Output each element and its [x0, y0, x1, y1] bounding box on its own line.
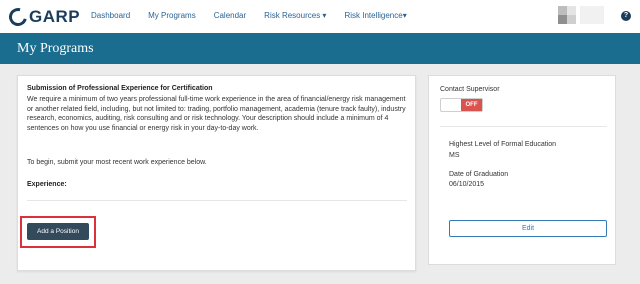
nav-calendar[interactable]: Calendar	[214, 11, 246, 20]
experience-label: Experience:	[27, 181, 67, 188]
logo-text: GARP	[29, 7, 81, 26]
graduation-label: Date of Graduation	[449, 171, 509, 178]
contact-supervisor-label: Contact Supervisor	[440, 86, 500, 93]
nav-menu: Dashboard My Programs Calendar Risk Reso…	[91, 11, 425, 20]
experience-heading: Submission of Professional Experience fo…	[27, 85, 213, 92]
education-value: MS	[449, 152, 460, 159]
contact-supervisor-toggle[interactable]: OFF	[440, 98, 483, 112]
garp-logo-icon	[5, 4, 31, 30]
divider	[27, 200, 407, 201]
nav-risk-resources[interactable]: Risk Resources ▾	[264, 11, 326, 20]
toggle-off-label: OFF	[461, 99, 482, 111]
profile-card: Contact Supervisor OFF Highest Level of …	[428, 75, 616, 265]
top-navbar: GARP Dashboard My Programs Calendar Risk…	[0, 0, 640, 33]
divider	[440, 126, 607, 127]
add-position-button[interactable]: Add a Position	[27, 223, 89, 240]
nav-my-programs[interactable]: My Programs	[148, 11, 196, 20]
edit-button[interactable]: Edit	[449, 220, 607, 237]
page-title: My Programs	[17, 41, 94, 56]
nav-dashboard[interactable]: Dashboard	[91, 11, 130, 20]
graduation-value: 06/10/2015	[449, 181, 485, 188]
garp-logo[interactable]: GARP	[5, 4, 81, 30]
experience-description: We require a minimum of two years profes…	[27, 96, 406, 132]
education-label: Highest Level of Formal Education	[449, 141, 556, 148]
help-icon[interactable]: ?	[621, 11, 631, 21]
user-avatar[interactable]	[558, 6, 604, 26]
nav-risk-intelligence[interactable]: Risk Intelligence▾	[344, 11, 406, 20]
begin-instructions: To begin, submit your most recent work e…	[27, 159, 207, 166]
page-banner: My Programs	[0, 33, 640, 64]
experience-card: Submission of Professional Experience fo…	[17, 75, 416, 271]
